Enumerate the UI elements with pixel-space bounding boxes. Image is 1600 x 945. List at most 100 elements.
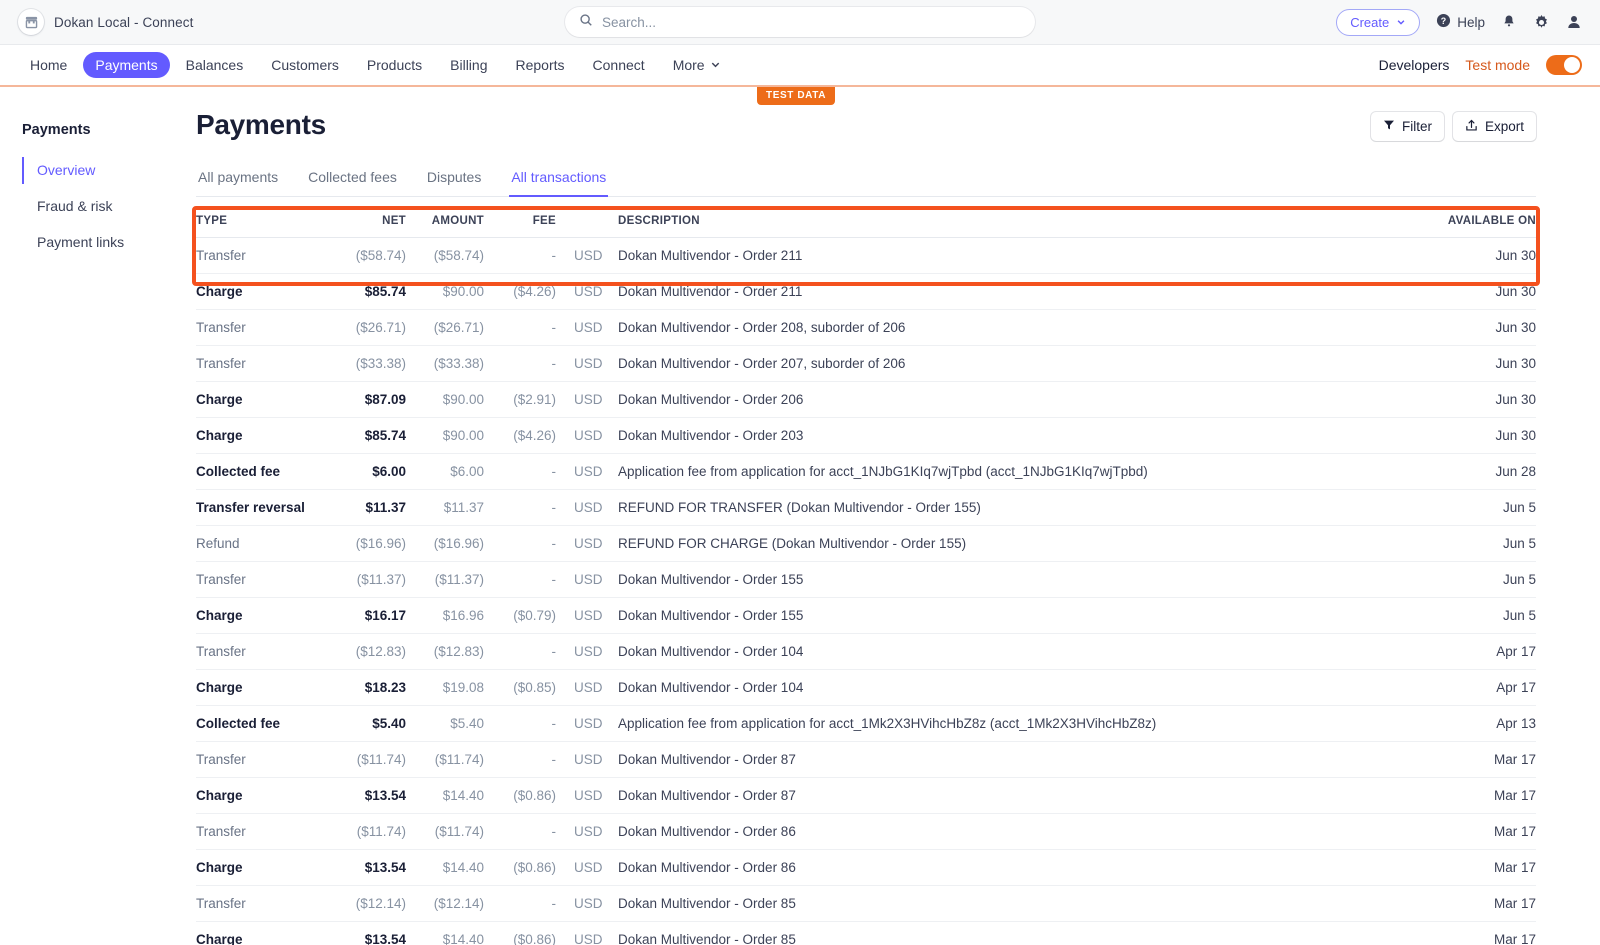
table-row[interactable]: Transfer ($33.38) ($33.38) - USD Dokan Multiv…	[196, 345, 1536, 382]
nav-label: Connect	[592, 57, 645, 73]
column-header-currency	[556, 197, 618, 238]
search-box[interactable]	[565, 7, 1035, 37]
table-row[interactable]: Transfer ($12.83) ($12.83) - USD Dokan Multiv…	[196, 633, 1536, 670]
nav-item-more[interactable]: More	[661, 52, 733, 78]
transaction-amount: ($33.38)	[406, 345, 484, 382]
transaction-available-on: Mar 17	[1416, 777, 1536, 814]
column-header-amount[interactable]: AMOUNT	[406, 197, 484, 238]
transaction-fee: ($4.26)	[484, 417, 556, 454]
transaction-type: Transfer	[196, 741, 314, 778]
user-icon[interactable]	[1566, 14, 1582, 30]
transaction-net: ($12.83)	[314, 633, 406, 670]
transaction-fee: ($0.79)	[484, 597, 556, 634]
transaction-net: ($58.74)	[314, 237, 406, 274]
table-row[interactable]: Charge $85.74 $90.00 ($4.26) USD Dokan Multiv…	[196, 273, 1536, 310]
nav-label: Products	[366, 57, 423, 73]
transaction-description: Dokan Multivendor - Order 87	[618, 777, 1416, 814]
transaction-amount: $90.00	[406, 417, 484, 454]
table-row[interactable]: Charge $13.54 $14.40 ($0.86) USD Dokan Multiv…	[196, 921, 1536, 945]
tab-all-payments[interactable]: All payments	[196, 163, 280, 197]
nav-label: Reports	[515, 57, 565, 73]
transaction-fee: -	[484, 885, 556, 922]
table-row[interactable]: Transfer ($11.74) ($11.74) - USD Dokan Multiv…	[196, 741, 1536, 778]
transaction-available-on: Mar 17	[1416, 741, 1536, 778]
transaction-type: Transfer	[196, 561, 314, 598]
bell-icon[interactable]	[1501, 14, 1517, 30]
transaction-amount: $90.00	[406, 273, 484, 310]
transaction-description: Dokan Multivendor - Order 86	[618, 849, 1416, 886]
transaction-net: $11.37	[314, 489, 406, 526]
test-mode-toggle[interactable]	[1546, 55, 1582, 75]
table-row[interactable]: Transfer ($58.74) ($58.74) - USD Dokan Multiv…	[196, 237, 1536, 274]
transaction-available-on: Jun 5	[1416, 489, 1536, 526]
table-row[interactable]: Charge $18.23 $19.08 ($0.85) USD Dokan Multiv…	[196, 669, 1536, 706]
nav-item-connect[interactable]: Connect	[581, 52, 657, 78]
transaction-net: ($12.14)	[314, 885, 406, 922]
transaction-amount: $14.40	[406, 777, 484, 814]
top-bar-actions: Create ? Help	[1336, 8, 1582, 36]
filter-button[interactable]: Filter	[1370, 112, 1444, 141]
table-row[interactable]: Transfer reversal $11.37 $11.37- USD REFUND …	[196, 489, 1536, 526]
transaction-fee: -	[484, 705, 556, 742]
brand[interactable]: Dokan Local - Connect	[18, 9, 193, 35]
transaction-description: Dokan Multivendor - Order 155	[618, 597, 1416, 634]
transaction-type: Collected fee	[196, 453, 314, 490]
transaction-description: REFUND FOR CHARGE (Dokan Multivendor - O…	[618, 525, 1416, 562]
help-button[interactable]: ? Help	[1436, 13, 1485, 31]
table-row[interactable]: Collected fee $5.40 $5.40- USD Application f…	[196, 705, 1536, 742]
filter-label: Filter	[1401, 119, 1432, 134]
table-row[interactable]: Charge $13.54 $14.40 ($0.86) USD Dokan Multiv…	[196, 777, 1536, 814]
transaction-net: $13.54	[314, 777, 406, 814]
nav-item-products[interactable]: Products	[355, 52, 434, 78]
column-header-available-on[interactable]: AVAILABLE ON	[1416, 197, 1536, 238]
developers-link[interactable]: Developers	[1379, 57, 1450, 73]
export-button[interactable]: Export	[1452, 112, 1536, 141]
table-row[interactable]: Transfer ($26.71) ($26.71) - USD Dokan Multiv…	[196, 309, 1536, 346]
transaction-amount: $6.00	[406, 453, 484, 490]
nav-item-reports[interactable]: Reports	[504, 52, 577, 78]
nav-item-home[interactable]: Home	[18, 52, 79, 78]
search-container	[565, 7, 1035, 37]
sidebar-item-overview[interactable]: Overview	[22, 157, 196, 184]
transaction-available-on: Jun 5	[1416, 561, 1536, 598]
transaction-description: Dokan Multivendor - Order 85	[618, 885, 1416, 922]
sidebar-item-payment-links[interactable]: Payment links	[22, 229, 196, 256]
gear-icon[interactable]	[1533, 14, 1550, 31]
transaction-fee: -	[484, 741, 556, 778]
tab-disputes[interactable]: Disputes	[425, 163, 483, 197]
table-row[interactable]: Charge $85.74 $90.00 ($4.26) USD Dokan Multiv…	[196, 417, 1536, 454]
transaction-currency: USD	[556, 885, 618, 922]
sidebar-list: Overview Fraud & risk Payment links	[22, 157, 196, 256]
nav-item-customers[interactable]: Customers	[259, 52, 351, 78]
tab-collected-fees[interactable]: Collected fees	[306, 163, 399, 197]
transaction-fee: ($4.26)	[484, 273, 556, 310]
table-row[interactable]: Transfer ($11.37) ($11.37) - USD Dokan Multiv…	[196, 561, 1536, 598]
table-row[interactable]: Collected fee $6.00 $6.00- USD Application f…	[196, 453, 1536, 490]
nav-item-balances[interactable]: Balances	[174, 52, 256, 78]
create-button[interactable]: Create	[1336, 8, 1421, 36]
column-header-type[interactable]: TYPE	[196, 197, 314, 238]
nav-item-payments[interactable]: Payments	[83, 52, 170, 78]
table-row[interactable]: Transfer ($11.74) ($11.74) - USD Dokan Multiv…	[196, 813, 1536, 850]
nav-label: Home	[30, 57, 68, 73]
column-header-fee[interactable]: FEE	[484, 197, 556, 238]
column-header-description[interactable]: DESCRIPTION	[618, 197, 1416, 238]
table-row[interactable]: Charge $13.54 $14.40 ($0.86) USD Dokan Multiv…	[196, 849, 1536, 886]
transaction-currency: USD	[556, 525, 618, 562]
transaction-description: Dokan Multivendor - Order 155	[618, 561, 1416, 598]
table-row[interactable]: Charge $16.17 $16.96 ($0.79) USD Dokan Multiv…	[196, 597, 1536, 634]
nav-items: Home Payments Balances Customers Product…	[18, 52, 733, 78]
transaction-description: Dokan Multivendor - Order 104	[618, 633, 1416, 670]
column-header-net[interactable]: NET	[314, 197, 406, 238]
table-row[interactable]: Charge $87.09 $90.00 ($2.91) USD Dokan Multiv…	[196, 381, 1536, 418]
tab-all-transactions[interactable]: All transactions	[509, 163, 609, 197]
transaction-net: $5.40	[314, 705, 406, 742]
transaction-amount: $5.40	[406, 705, 484, 742]
transaction-available-on: Apr 17	[1416, 633, 1536, 670]
table-row[interactable]: Refund ($16.96) ($16.96) - USD REFUND FOR CHA…	[196, 525, 1536, 562]
nav-item-billing[interactable]: Billing	[438, 52, 499, 78]
sidebar-item-fraud-and-risk[interactable]: Fraud & risk	[22, 193, 196, 220]
table-row[interactable]: Transfer ($12.14) ($12.14) - USD Dokan Multiv…	[196, 885, 1536, 922]
transaction-type: Charge	[196, 417, 314, 454]
search-input[interactable]	[602, 14, 1021, 30]
